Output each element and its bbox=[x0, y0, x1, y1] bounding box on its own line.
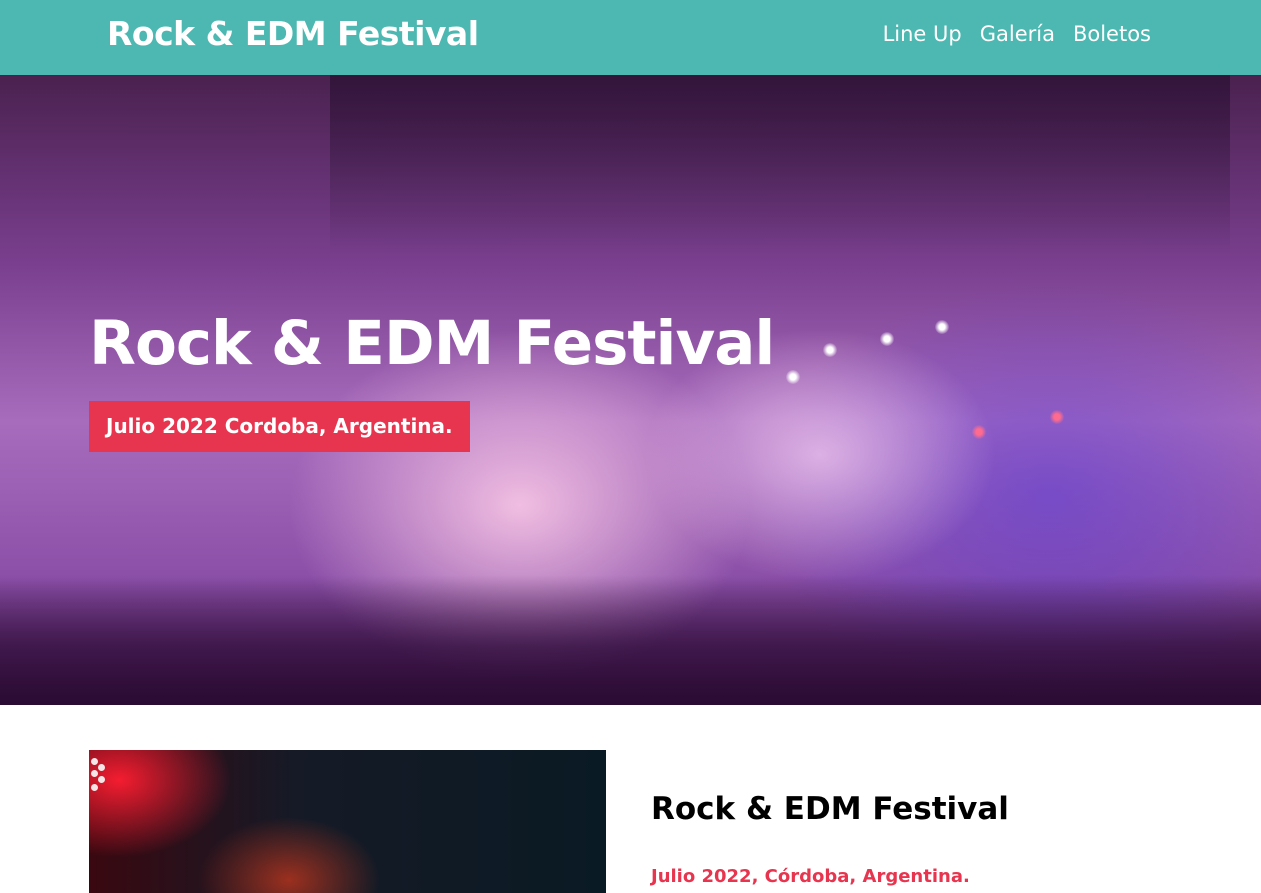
section-subtitle: Julio 2022, Córdoba, Argentina. bbox=[651, 866, 970, 887]
nav-link-line-up[interactable]: Line Up bbox=[883, 22, 962, 46]
nav-link-boletos[interactable]: Boletos bbox=[1073, 22, 1151, 46]
nav-link-galeria[interactable]: Galería bbox=[980, 22, 1055, 46]
hero-title: Rock & EDM Festival bbox=[89, 308, 775, 379]
stage-light-icon bbox=[880, 332, 894, 346]
hero-date-badge: Julio 2022 Cordoba, Argentina. bbox=[89, 401, 470, 452]
stage-light-icon bbox=[935, 320, 949, 334]
stage-light-icon bbox=[1050, 410, 1064, 424]
stage-light-icon bbox=[786, 370, 800, 384]
section-title: Rock & EDM Festival bbox=[651, 791, 1009, 827]
crowd-silhouette bbox=[0, 575, 1261, 705]
stage-light-icon bbox=[972, 425, 986, 439]
stage-light-icon bbox=[823, 343, 837, 357]
stage-truss bbox=[330, 75, 1230, 255]
performer-image bbox=[89, 750, 606, 893]
brand-logo[interactable]: Rock & EDM Festival bbox=[107, 14, 479, 53]
stage-lights-icon bbox=[89, 758, 105, 796]
hero-banner: Rock & EDM Festival Julio 2022 Cordoba, … bbox=[0, 75, 1261, 705]
main-nav: Line Up Galería Boletos bbox=[883, 22, 1151, 46]
site-header: Rock & EDM Festival Line Up Galería Bole… bbox=[0, 0, 1261, 75]
